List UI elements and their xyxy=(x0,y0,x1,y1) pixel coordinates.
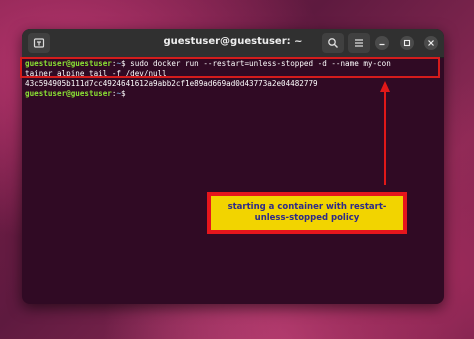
annotation-callout: starting a container with restart-unless… xyxy=(207,192,407,234)
hamburger-menu-icon xyxy=(355,39,363,47)
command-highlight-box xyxy=(20,57,440,78)
minimize-button[interactable] xyxy=(375,36,389,50)
search-button[interactable] xyxy=(322,33,344,53)
menu-button[interactable] xyxy=(348,33,370,53)
prompt-user: guestuser@guestuser xyxy=(25,89,112,98)
callout-text: starting a container with restart-unless… xyxy=(211,196,403,230)
arrow-up-icon xyxy=(380,81,390,185)
minimize-icon xyxy=(379,43,385,46)
close-icon xyxy=(428,40,434,46)
maximize-button[interactable] xyxy=(400,36,414,50)
title-bar: guestuser@guestuser: ~ xyxy=(22,29,444,58)
maximize-icon xyxy=(403,39,411,47)
cursor-area xyxy=(126,89,131,98)
close-button[interactable] xyxy=(424,36,438,50)
search-icon xyxy=(328,38,338,48)
